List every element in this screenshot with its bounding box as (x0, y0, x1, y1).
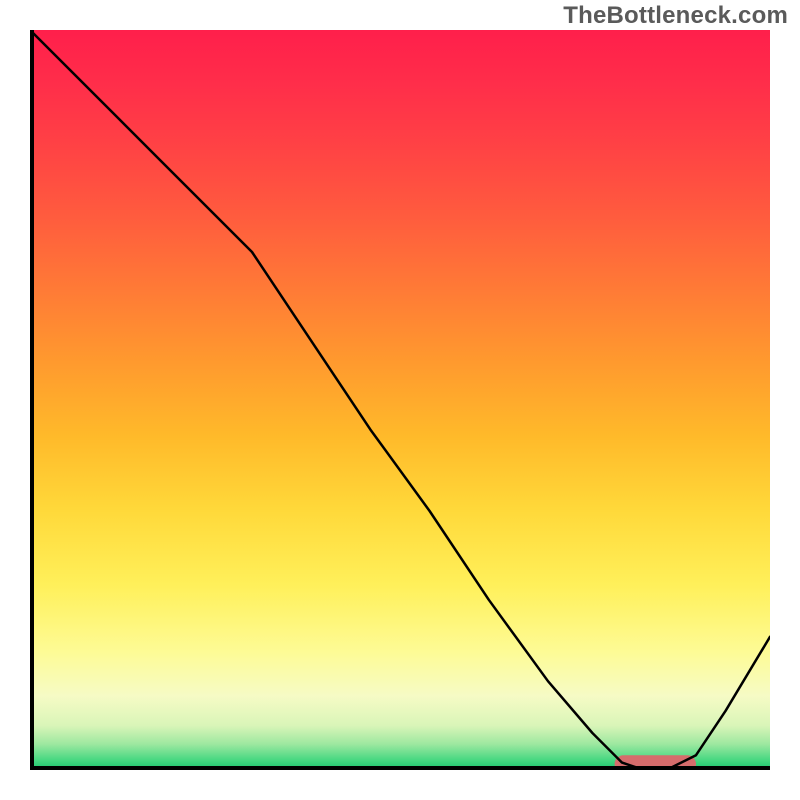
chart-svg (30, 30, 770, 770)
plot-frame (30, 30, 770, 770)
watermark-text: TheBottleneck.com (563, 2, 788, 30)
chart-container: TheBottleneck.com (0, 0, 800, 800)
